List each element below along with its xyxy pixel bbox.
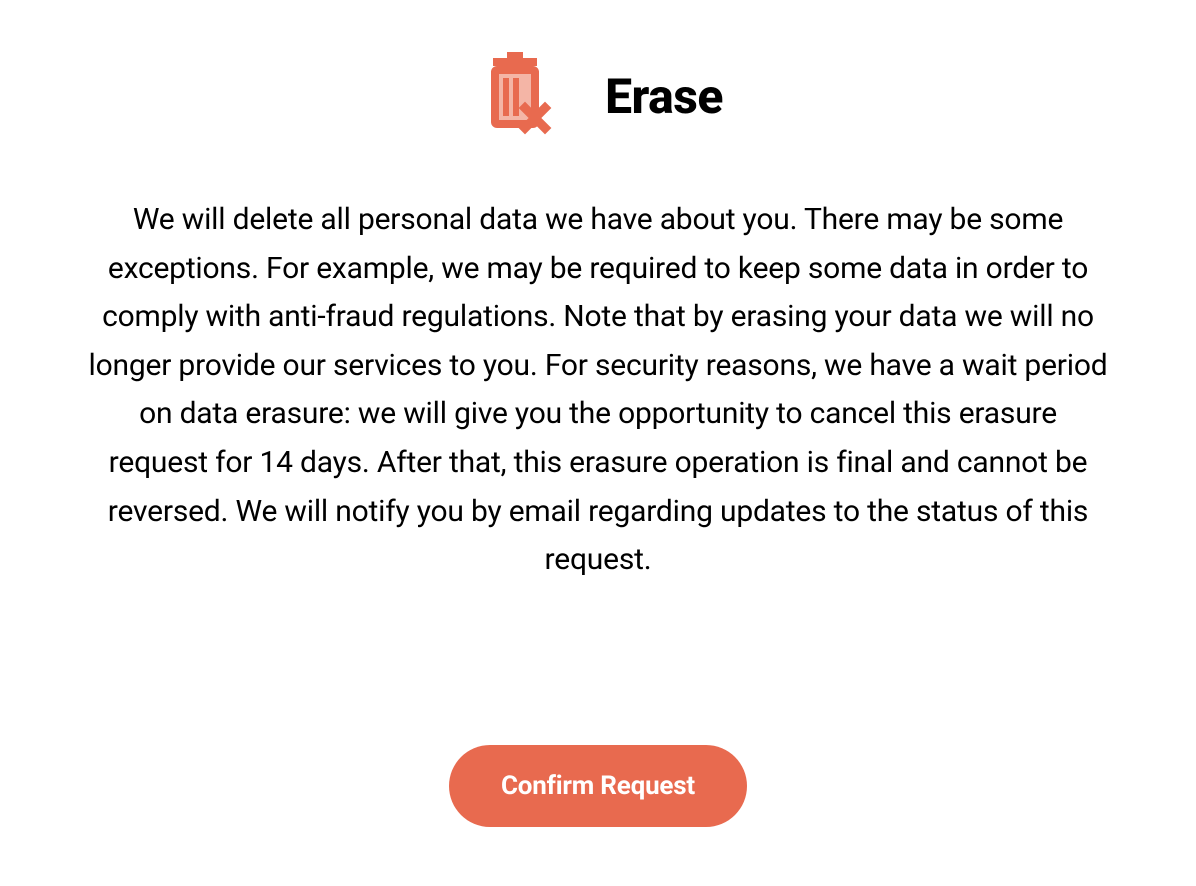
erase-header: Erase bbox=[473, 48, 723, 144]
button-area: Confirm Request bbox=[449, 745, 747, 827]
trash-delete-icon bbox=[473, 48, 569, 144]
confirm-request-button[interactable]: Confirm Request bbox=[449, 745, 747, 827]
erase-description: We will delete all personal data we have… bbox=[68, 196, 1128, 585]
page-title: Erase bbox=[605, 68, 723, 125]
